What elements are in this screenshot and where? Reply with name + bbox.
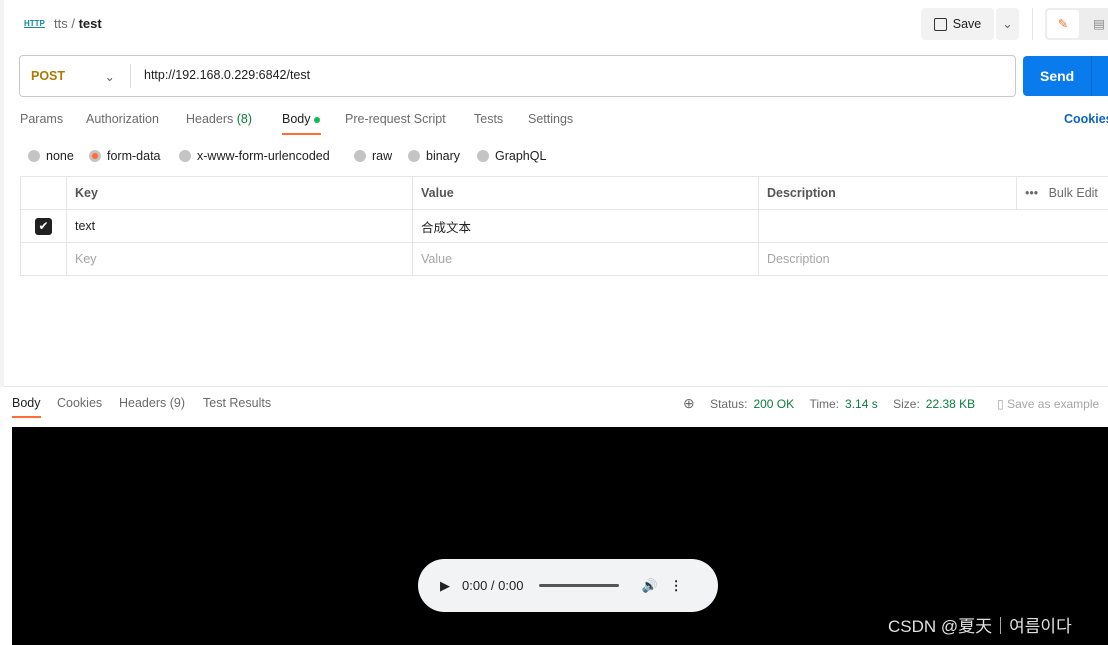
- cookies-link[interactable]: Cookies: [1064, 112, 1108, 126]
- seek-slider[interactable]: [539, 584, 620, 587]
- size-value: 22.38 KB: [925, 396, 976, 411]
- bulk-edit-button[interactable]: ••• Bulk Edit: [1016, 176, 1108, 210]
- tab-body[interactable]: Body: [282, 112, 320, 126]
- audio-time: 0:00 / 0:00: [462, 578, 524, 593]
- radio-graphql[interactable]: GraphQL: [477, 149, 546, 163]
- tab-settings[interactable]: Settings: [528, 112, 573, 126]
- key-cell[interactable]: text: [66, 209, 413, 243]
- more-icon: •••: [1025, 186, 1039, 200]
- tab-tests[interactable]: Tests: [474, 112, 503, 126]
- response-tab-headers[interactable]: Headers (9): [119, 396, 185, 410]
- response-tab-test-results[interactable]: Test Results: [203, 396, 271, 410]
- form-data-table: Key Value Description ••• Bulk Edit ✔ te…: [20, 176, 1108, 276]
- save-button[interactable]: Save: [921, 8, 994, 40]
- view-toggle: ✎ ▤: [1045, 8, 1108, 40]
- pencil-icon[interactable]: ✎: [1047, 10, 1079, 38]
- watermark: CSDN @夏天｜여름이다: [888, 617, 1072, 636]
- radio-raw[interactable]: raw: [354, 149, 392, 163]
- breadcrumb: tts / test: [54, 16, 102, 31]
- value-input[interactable]: Value: [412, 242, 759, 276]
- breadcrumb-request[interactable]: test: [79, 16, 102, 31]
- volume-icon[interactable]: 🔊: [641, 578, 657, 594]
- table-row-empty: Key Value Description: [20, 242, 1108, 276]
- http-icon: HTTP: [24, 19, 45, 28]
- radio-none[interactable]: none: [28, 149, 74, 163]
- description-input[interactable]: Description: [758, 242, 1108, 276]
- save-label: Save: [952, 17, 982, 31]
- radio-form-data[interactable]: form-data: [89, 149, 161, 163]
- more-options-icon[interactable]: ⋮: [670, 578, 683, 594]
- tab-params[interactable]: Params: [20, 112, 63, 126]
- breadcrumb-collection[interactable]: tts: [54, 16, 68, 31]
- response-meta: ⊕ Status: 200 OK Time: 3.14 s Size: 22.38 K…: [683, 395, 1100, 411]
- tab-authorization[interactable]: Authorization: [86, 112, 159, 126]
- send-button[interactable]: Send: [1023, 56, 1108, 96]
- method-select[interactable]: POST ⌄: [20, 56, 130, 96]
- sidebar-edge: [0, 0, 4, 387]
- divider: [1032, 8, 1033, 40]
- comment-icon[interactable]: ▤: [1085, 10, 1108, 38]
- header-description: Description: [758, 176, 1017, 210]
- radio-urlencoded[interactable]: x-www-form-urlencoded: [179, 149, 330, 163]
- response-preview: ▶ 0:00 / 0:00 🔊 ⋮ CSDN @夏天｜여름이다: [12, 427, 1108, 645]
- globe-icon: ⊕: [683, 395, 695, 411]
- save-icon: ▯: [997, 396, 1004, 411]
- radio-binary[interactable]: binary: [408, 149, 460, 163]
- table-row: ✔ text 合成文本: [20, 209, 1108, 243]
- status-value: 200 OK: [753, 396, 795, 411]
- header-key: Key: [66, 176, 413, 210]
- time-value: 3.14 s: [845, 396, 878, 411]
- tab-headers[interactable]: Headers (8): [186, 112, 252, 126]
- save-dropdown-button[interactable]: ⌄: [996, 8, 1019, 40]
- tab-underline: [282, 133, 321, 135]
- audio-player: ▶ 0:00 / 0:00 🔊 ⋮: [418, 559, 718, 612]
- divider: [4, 386, 1108, 387]
- checkbox[interactable]: ✔: [35, 217, 52, 235]
- active-dot-icon: [313, 116, 320, 123]
- response-tab-cookies[interactable]: Cookies: [57, 396, 102, 410]
- response-tab-body[interactable]: Body: [12, 396, 41, 410]
- description-cell[interactable]: [758, 209, 1108, 243]
- table-header: Key Value Description ••• Bulk Edit: [20, 176, 1108, 210]
- method-value: POST: [31, 69, 66, 83]
- request-bar: POST ⌄ http://192.168.0.229:6842/test: [19, 55, 1016, 97]
- value-cell[interactable]: 合成文本: [412, 209, 759, 243]
- tab-pre-request-script[interactable]: Pre-request Script: [345, 112, 446, 126]
- key-input[interactable]: Key: [66, 242, 413, 276]
- chevron-down-icon: ⌄: [1002, 17, 1013, 31]
- save-example-button[interactable]: ▯ Save as example: [997, 397, 1099, 411]
- url-input[interactable]: http://192.168.0.229:6842/test: [144, 68, 310, 82]
- play-icon[interactable]: ▶: [440, 578, 450, 594]
- save-icon: [933, 17, 947, 31]
- chevron-down-icon: ⌄: [104, 69, 115, 84]
- header-value: Value: [412, 176, 759, 210]
